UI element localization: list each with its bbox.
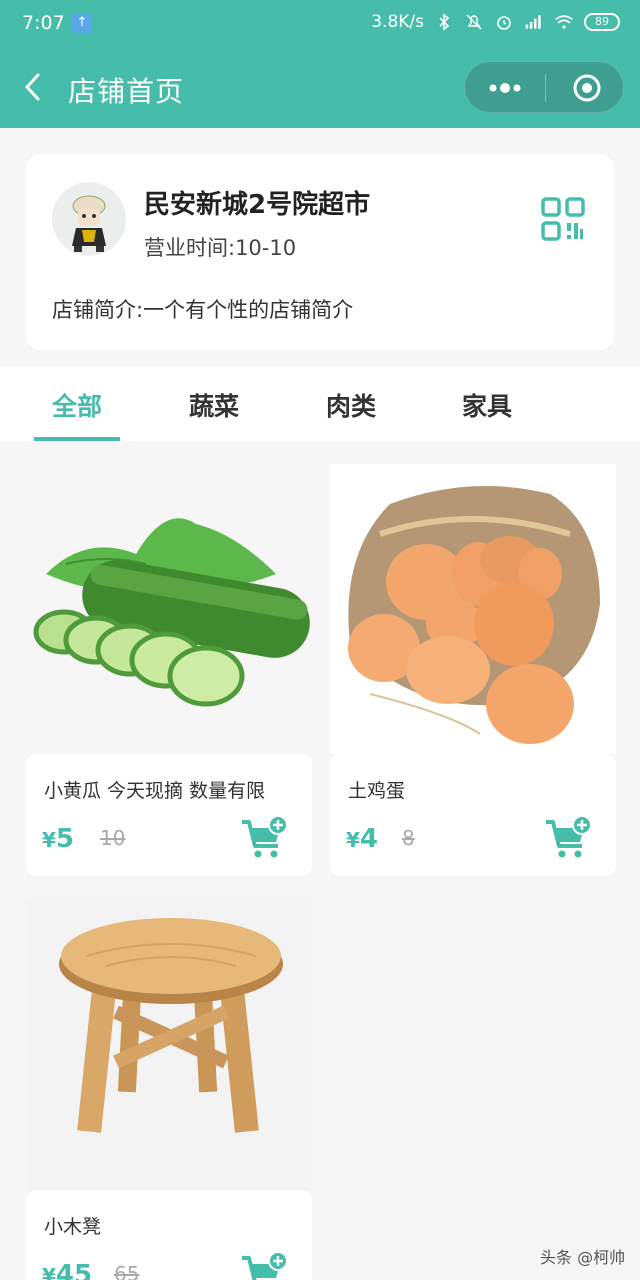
product-name: 土鸡蛋 [348, 780, 406, 802]
add-to-cart-icon[interactable] [240, 1252, 288, 1280]
network-speed: 3.8K/s [371, 12, 424, 32]
capsule-divider [545, 74, 546, 102]
status-right: 3.8K/s 89 [371, 12, 620, 32]
nav-bar: 店铺首页 [0, 48, 640, 128]
product-old-price: 65 [114, 1262, 140, 1280]
product-old-price: 10 [100, 826, 126, 850]
product-info: 小木凳 ¥45 65 [26, 1190, 312, 1280]
watermark: 头条 @柯帅 [540, 1248, 626, 1267]
mute-bell-icon [466, 14, 482, 30]
product-image-eggs[interactable] [330, 464, 616, 754]
close-target-icon[interactable] [571, 72, 603, 104]
product-info: 土鸡蛋 ¥4 8 [330, 754, 616, 876]
add-to-cart-icon[interactable] [544, 816, 592, 860]
qr-code-icon[interactable] [540, 196, 586, 242]
upload-notification-icon: ↑ [72, 13, 92, 33]
status-time: 7:07 [22, 12, 65, 34]
tab-meat[interactable]: 肉类 [306, 387, 396, 423]
store-avatar [52, 182, 126, 256]
product-name: 小黄瓜 今天现摘 数量有限 [44, 780, 266, 802]
product-price: ¥45 [42, 1260, 93, 1280]
product-old-price: 8 [402, 826, 415, 850]
product-price: ¥4 [346, 824, 379, 854]
status-bar: 7:07 ↑ 3.8K/s 89 [0, 0, 640, 48]
product-info: 小黄瓜 今天现摘 数量有限 ¥5 10 [26, 754, 312, 876]
mini-program-capsule [464, 61, 624, 113]
product-image-stool[interactable] [26, 902, 312, 1192]
alarm-icon [497, 16, 511, 30]
tab-all[interactable]: 全部 [32, 387, 122, 423]
add-to-cart-icon[interactable] [240, 816, 288, 860]
more-dots-icon[interactable] [487, 76, 527, 100]
active-tab-indicator [34, 437, 120, 441]
store-hours: 营业时间:10-10 [144, 236, 297, 260]
signal-icon [525, 15, 541, 29]
battery-icon: 89 [584, 13, 620, 31]
top-bar: 7:07 ↑ 3.8K/s 89 店铺首页 [0, 0, 640, 128]
store-info-card: 民安新城2号院超市 营业时间:10-10 店铺简介:一个有个性的店铺简介 [26, 154, 614, 350]
back-arrow-icon[interactable] [22, 72, 44, 102]
product-name: 小木凳 [44, 1216, 102, 1238]
product-price: ¥5 [42, 824, 75, 854]
store-name: 民安新城2号院超市 [144, 190, 371, 220]
bluetooth-icon [439, 13, 450, 31]
store-intro: 店铺简介:一个有个性的店铺简介 [52, 298, 354, 322]
page-title: 店铺首页 [68, 75, 185, 108]
category-tabs: 全部 蔬菜 肉类 家具 [0, 367, 640, 441]
wifi-icon [555, 15, 573, 29]
tab-furniture[interactable]: 家具 [442, 387, 532, 423]
avatar-character-icon [52, 182, 126, 256]
tab-vegetables[interactable]: 蔬菜 [169, 387, 259, 423]
product-image-cucumber[interactable] [26, 464, 312, 754]
